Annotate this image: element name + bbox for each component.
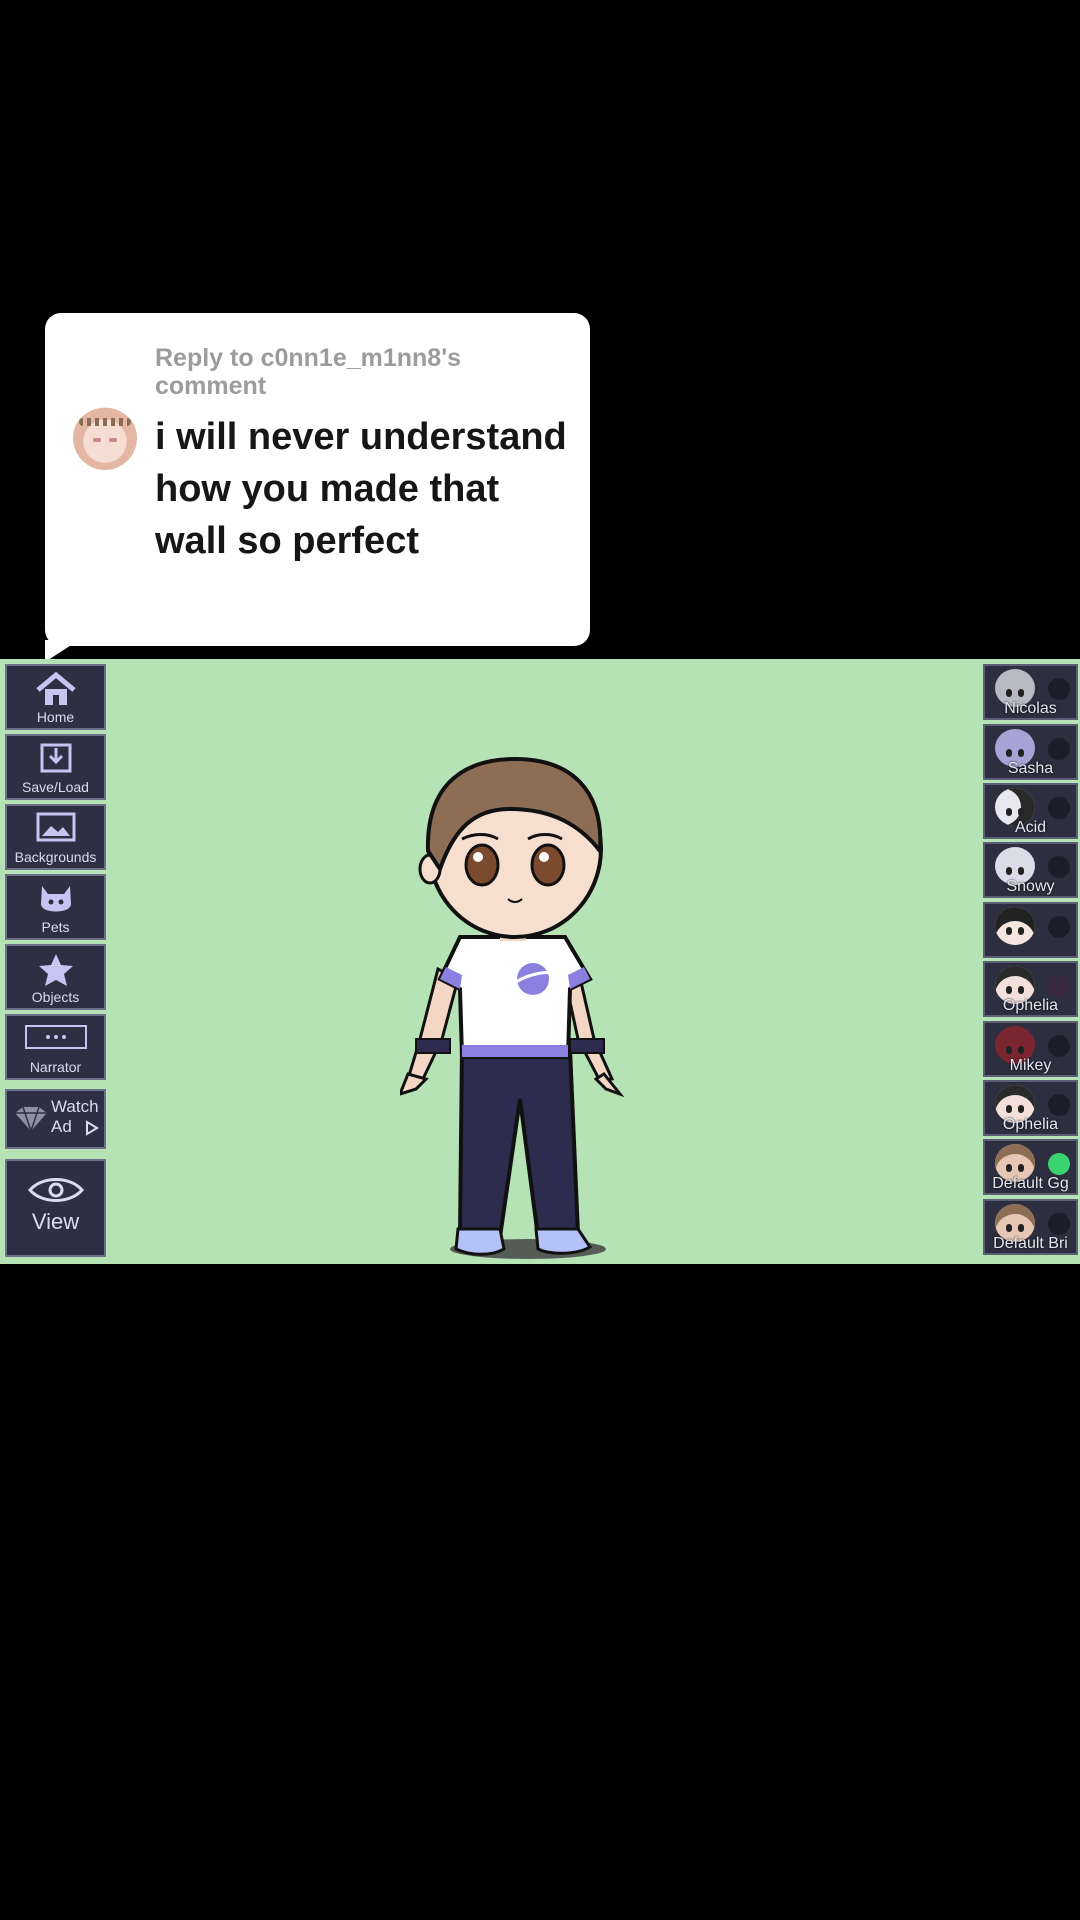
character-list: Nicolas Sasha Acid Snowy Ophelia Mikey O… <box>983 664 1080 1264</box>
character-figure[interactable] <box>400 739 630 1264</box>
character-slot[interactable]: Mikey <box>983 1021 1078 1077</box>
character-name: Acid <box>1014 819 1047 836</box>
pets-label: Pets <box>41 919 70 935</box>
backgrounds-label: Backgrounds <box>14 849 97 865</box>
save-load-button[interactable]: Save/Load <box>5 734 106 800</box>
pets-button[interactable]: Pets <box>5 874 106 940</box>
narrator-button[interactable]: Narrator <box>5 1014 106 1080</box>
image-icon <box>36 812 75 842</box>
home-icon <box>35 672 76 705</box>
character-indicator <box>1048 856 1070 878</box>
diamond-icon <box>15 1106 47 1133</box>
character-name: Nicolas <box>1004 700 1057 717</box>
character-name: Mikey <box>1009 1057 1052 1074</box>
commenter-avatar <box>73 406 137 470</box>
game-stage: Home Save/Load Backgrounds Pets Objects … <box>0 659 1080 1264</box>
watch-ad-button[interactable]: Watch Ad <box>5 1089 106 1149</box>
character-slot[interactable]: Ophelia <box>983 961 1078 1017</box>
character-slot[interactable]: Ophelia <box>983 1080 1078 1136</box>
character-indicator <box>1048 797 1070 819</box>
character-face-icon <box>995 907 1035 945</box>
character-indicator <box>1048 1213 1070 1235</box>
play-icon <box>85 1119 99 1136</box>
character-slot[interactable]: Snowy <box>983 842 1078 898</box>
reply-comment-text: i will never understand how you made tha… <box>155 416 567 562</box>
objects-label: Objects <box>31 989 80 1005</box>
home-button[interactable]: Home <box>5 664 106 730</box>
character-name: Default Gg <box>992 1175 1069 1192</box>
character-name: Ophelia <box>1002 997 1059 1014</box>
narrator-label: Narrator <box>29 1059 82 1075</box>
view-button[interactable]: View <box>5 1159 106 1257</box>
character-indicator <box>1048 678 1070 700</box>
character-name: Snowy <box>1006 878 1055 895</box>
character-name: Default Bri <box>993 1235 1068 1252</box>
watch-label: Watch <box>51 1097 99 1116</box>
character-indicator <box>1048 916 1070 938</box>
character-name: Ophelia <box>1002 1116 1059 1133</box>
character-indicator <box>1048 975 1070 997</box>
character-selected-indicator <box>1048 1153 1070 1175</box>
reply-header: Reply to c0nn1e_m1nn8's comment <box>155 344 462 400</box>
character-slot[interactable]: Sasha <box>983 724 1078 780</box>
star-icon <box>38 954 73 986</box>
character-indicator <box>1048 738 1070 760</box>
character-slot[interactable]: Acid <box>983 783 1078 839</box>
character-name: Sasha <box>1007 760 1054 777</box>
reply-comment-bubble: Reply to c0nn1e_m1nn8's comment i will n… <box>45 313 590 646</box>
eye-icon <box>27 1178 84 1202</box>
character-indicator <box>1048 1035 1070 1057</box>
character-slot[interactable]: Default Bri <box>983 1199 1078 1255</box>
view-label: View <box>31 1209 80 1234</box>
text-box-icon <box>24 1025 87 1049</box>
cat-icon <box>40 886 71 912</box>
character-slot[interactable]: Default Gg <box>983 1139 1078 1195</box>
download-icon <box>40 743 71 773</box>
ad-label: Ad <box>51 1117 72 1136</box>
character-indicator <box>1048 1094 1070 1116</box>
save-load-label: Save/Load <box>22 779 89 795</box>
objects-button[interactable]: Objects <box>5 944 106 1010</box>
left-menu: Home Save/Load Backgrounds Pets Objects … <box>0 659 110 1264</box>
character-slot[interactable]: Nicolas <box>983 664 1078 720</box>
home-label: Home <box>36 709 75 725</box>
backgrounds-button[interactable]: Backgrounds <box>5 804 106 870</box>
character-slot[interactable] <box>983 902 1078 958</box>
